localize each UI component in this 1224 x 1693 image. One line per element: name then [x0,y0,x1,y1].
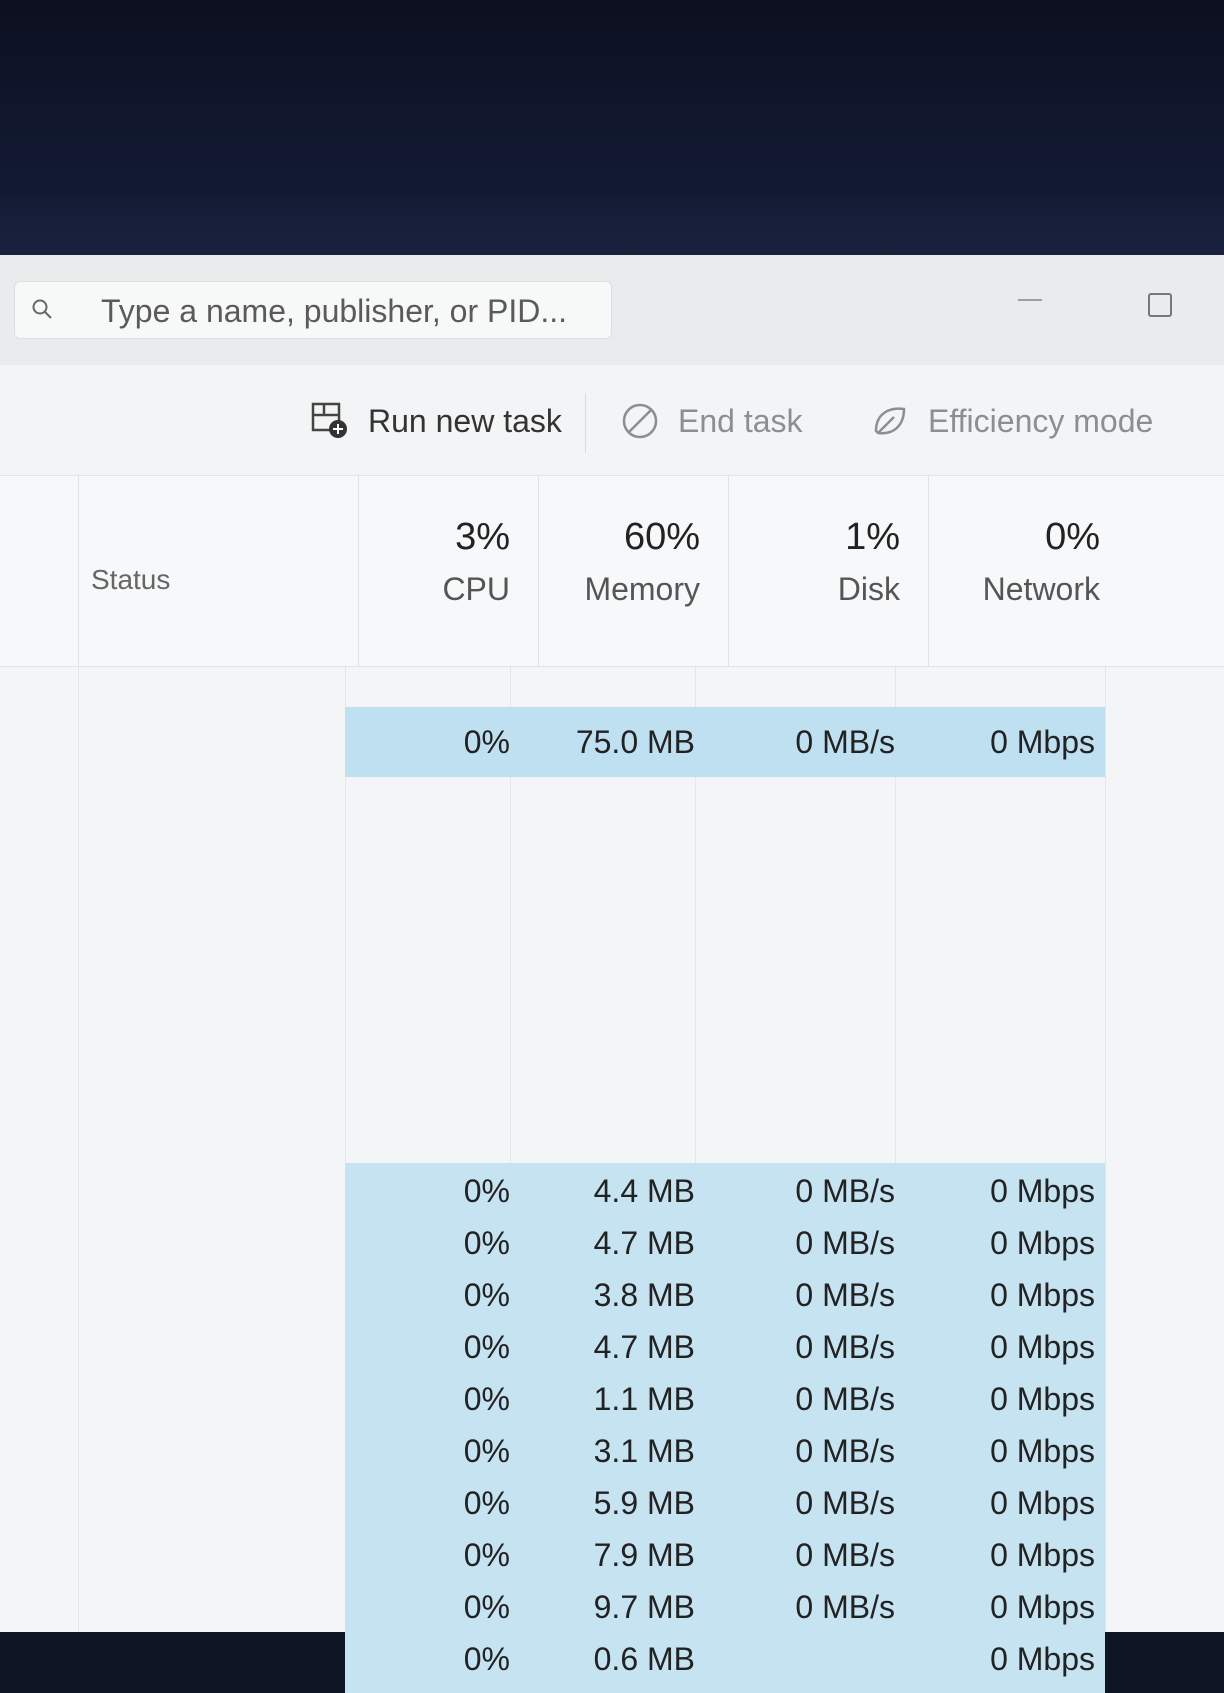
table-row[interactable]: 0% 4.7 MB 0 MB/s 0 Mbps [345,1217,1105,1269]
column-header-disk[interactable]: 1% Disk [728,476,928,666]
memory-cell: 9.7 MB [593,1589,695,1625]
network-cell: 0 Mbps [990,1433,1095,1469]
column-header-row: Status 3% CPU 60% Memory 1% Disk 0% Netw… [0,475,1224,667]
disk-cell: 0 MB/s [795,1225,895,1261]
cpu-total-percent: 3% [455,516,510,558]
memory-cell: 1.1 MB [593,1381,695,1417]
cpu-cell: 0% [463,1589,510,1625]
cpu-cell: 0% [463,1173,510,1209]
memory-cell: 7.9 MB [593,1537,695,1573]
disk-cell: 0 MB/s [795,1537,895,1573]
table-row[interactable]: 0% 3.1 MB 0 MB/s 0 Mbps [345,1425,1105,1477]
table-row[interactable]: 0% 4.4 MB 0 MB/s 0 Mbps [345,1165,1105,1217]
leaf-icon [874,407,906,435]
column-header-network[interactable]: 0% Network [928,476,1128,666]
maximize-button[interactable] [1140,285,1180,325]
memory-cell: 4.7 MB [593,1329,695,1365]
end-task-icon [622,403,658,439]
cpu-cell: 0% [463,1433,510,1469]
network-cell: 0 Mbps [990,1329,1095,1365]
memory-cell: 0.6 MB [593,1641,695,1677]
network-cell: 0 Mbps [990,1225,1095,1261]
grid-line [78,665,79,1632]
cpu-header-label: CPU [442,571,510,607]
title-bar [0,255,1224,365]
table-row[interactable]: 0% 9.7 MB 0 MB/s 0 Mbps [345,1581,1105,1633]
network-cell: 0 Mbps [990,1381,1095,1417]
table-row[interactable]: 0% 75.0 MB 0 MB/s 0 Mbps [345,707,1105,777]
disk-cell: 0 MB/s [795,1173,895,1209]
network-cell: 0 Mbps [990,724,1095,760]
network-cell: 0 Mbps [990,1277,1095,1313]
monitor-bezel [0,0,1224,265]
disk-cell: 0 MB/s [795,1329,895,1365]
disk-header-label: Disk [837,571,900,607]
toolbar: Run new task End task Efficiency mode [0,365,1224,475]
disk-cell: 0 MB/s [795,724,895,760]
memory-cell: 75.0 MB [575,724,695,760]
network-cell: 0 Mbps [990,1173,1095,1209]
memory-cell: 4.7 MB [593,1225,695,1261]
memory-cell: 5.9 MB [593,1485,695,1521]
disk-cell: 0 MB/s [795,1433,895,1469]
run-new-task-button[interactable]: Run new task [310,393,562,449]
table-row[interactable]: 0% 1.1 MB 0 MB/s 0 Mbps [345,1373,1105,1425]
cpu-cell: 0% [463,1225,510,1261]
column-header-memory[interactable]: 60% Memory [538,476,728,666]
run-new-task-label: Run new task [368,402,562,439]
toolbar-separator [585,393,586,453]
disk-cell: 0 MB/s [795,1485,895,1521]
minimize-button[interactable] [1010,285,1050,315]
task-manager-window: Run new task End task Efficiency mode St… [0,255,1224,1693]
search-box[interactable] [14,281,612,339]
cpu-cell: 0% [463,1329,510,1365]
run-task-icon [311,402,347,438]
network-cell: 0 Mbps [990,1589,1095,1625]
table-row[interactable]: 0% 0.6 MB 0 Mbps [345,1633,1105,1685]
network-cell: 0 Mbps [990,1537,1095,1573]
status-header-label: Status [91,564,171,595]
table-row[interactable]: 0% 7.9 MB 0 MB/s 0 Mbps [345,1529,1105,1581]
network-header-label: Network [982,571,1100,607]
grid-line [1105,665,1106,1632]
disk-cell: 0 MB/s [795,1381,895,1417]
cpu-cell: 0% [463,724,510,760]
memory-cell: 4.4 MB [593,1173,695,1209]
end-task-button[interactable]: End task [620,393,803,449]
cpu-cell: 0% [463,1277,510,1313]
network-cell: 0 Mbps [990,1641,1095,1677]
network-cell: 0 Mbps [990,1485,1095,1521]
cpu-cell: 0% [463,1485,510,1521]
efficiency-mode-button[interactable]: Efficiency mode [870,393,1153,449]
memory-cell: 3.8 MB [593,1277,695,1313]
disk-cell: 0 MB/s [795,1589,895,1625]
disk-cell [695,1633,895,1685]
column-header-cpu[interactable]: 3% CPU [358,476,538,666]
cpu-cell: 0% [463,1381,510,1417]
search-icon [32,299,52,319]
table-row[interactable]: 0% 4.7 MB 0 MB/s 0 Mbps [345,1321,1105,1373]
disk-cell: 0 MB/s [795,1277,895,1313]
disk-total-percent: 1% [845,516,900,558]
column-header-status[interactable]: Status [78,476,358,666]
table-row[interactable]: 0% 5.9 MB 0 MB/s 0 Mbps [345,1477,1105,1529]
process-list: 0% 75.0 MB 0 MB/s 0 Mbps 0% 4.4 MB 0 MB/… [0,665,1224,1693]
table-row[interactable]: 0% 3.8 MB 0 MB/s 0 Mbps [345,1269,1105,1321]
end-task-label: End task [678,402,803,439]
cpu-cell: 0% [463,1537,510,1573]
search-input[interactable] [99,290,603,332]
cpu-cell: 0% [463,1641,510,1677]
memory-total-percent: 60% [623,516,700,558]
efficiency-mode-label: Efficiency mode [928,402,1154,439]
memory-header-label: Memory [584,571,700,607]
network-total-percent: 0% [1045,516,1100,558]
memory-cell: 3.1 MB [593,1433,695,1469]
